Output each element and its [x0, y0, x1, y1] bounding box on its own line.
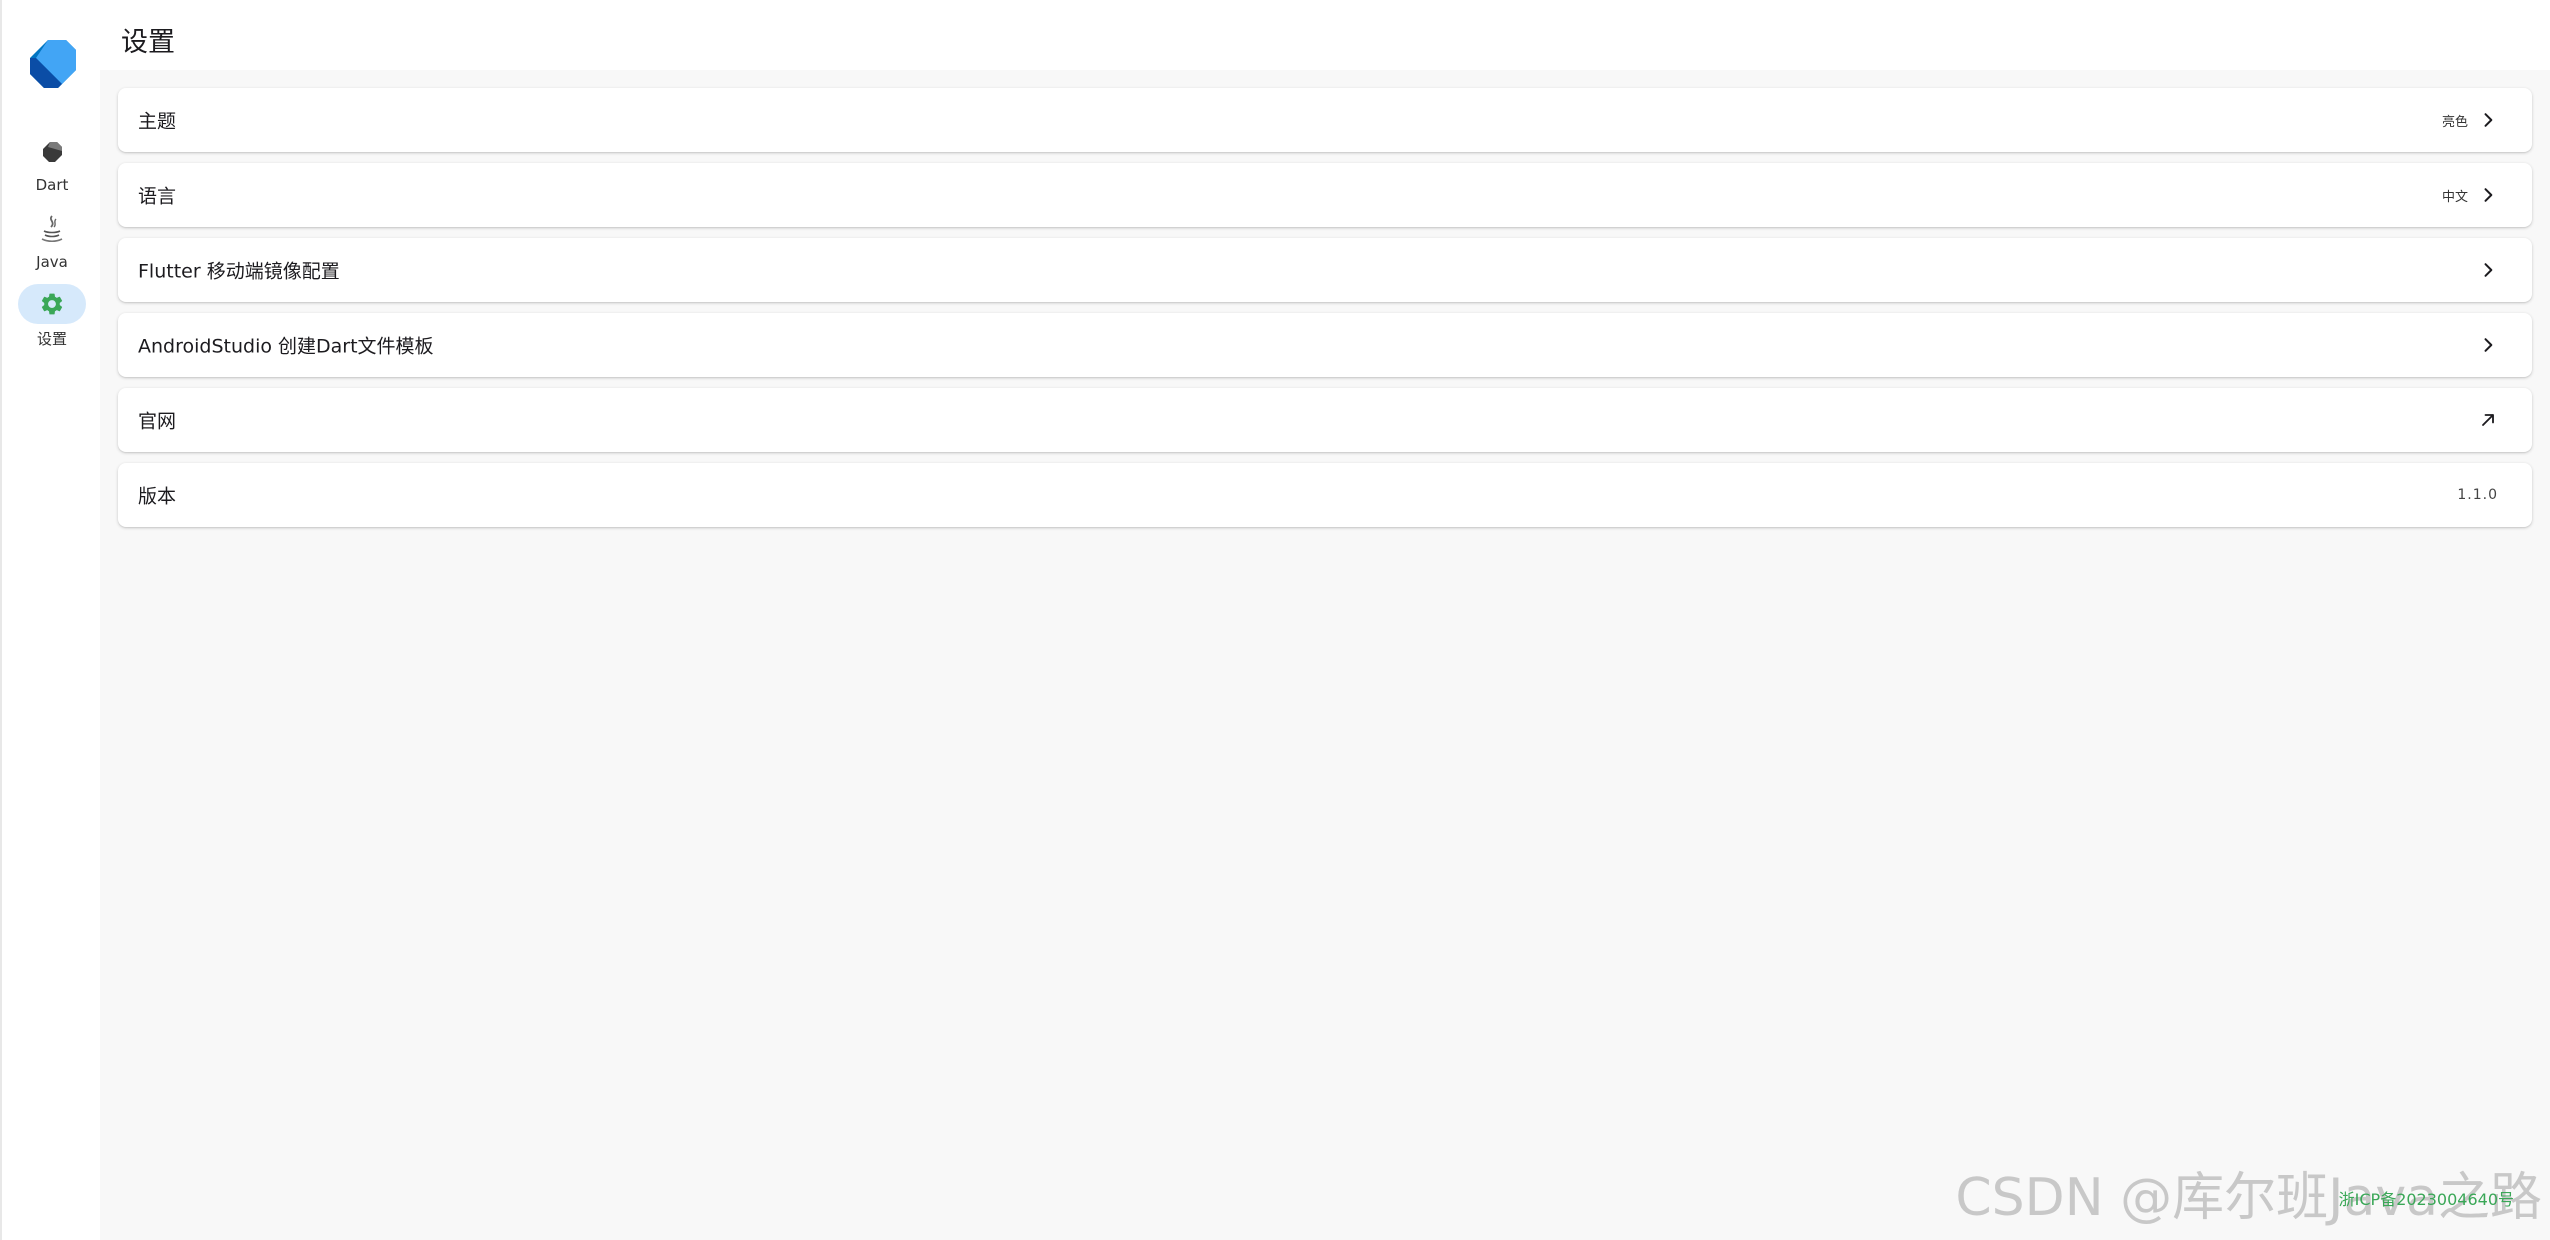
nav-icon-container [18, 209, 86, 249]
setting-trailing: 中文 [2442, 185, 2498, 205]
setting-row-version: 版本 1.1.0 [118, 463, 2532, 527]
setting-row-theme[interactable]: 主题 亮色 [118, 88, 2532, 152]
setting-value: 中文 [2441, 189, 2468, 205]
navigation-rail: Dart Java 设置 [0, 0, 100, 1240]
dart-logo-icon [30, 40, 76, 88]
setting-row-official-site[interactable]: 官网 [118, 388, 2532, 452]
setting-label: AndroidStudio 创建Dart文件模板 [138, 335, 434, 358]
nav-item-settings[interactable]: 设置 [2, 284, 102, 349]
setting-value: 亮色 [2441, 114, 2468, 130]
setting-label: 主题 [138, 110, 177, 133]
setting-row-language[interactable]: 语言 中文 [118, 163, 2532, 227]
setting-label: 版本 [138, 485, 177, 508]
setting-trailing [2478, 410, 2498, 430]
chevron-right-icon [2484, 113, 2493, 127]
arrow-up-right-icon [2482, 414, 2494, 426]
version-value: 1.1.0 [2457, 487, 2498, 503]
setting-label: 官网 [138, 410, 177, 433]
setting-row-dart-template[interactable]: AndroidStudio 创建Dart文件模板 [118, 313, 2532, 377]
chevron-right-icon [2484, 188, 2493, 202]
setting-label: 语言 [138, 185, 177, 208]
dart-icon [43, 142, 62, 162]
setting-label: Flutter 移动端镜像配置 [138, 260, 340, 283]
setting-trailing: 1.1.0 [2457, 487, 2498, 503]
nav-icon-container [18, 132, 86, 172]
settings-page: 主题 亮色 语言 中文 Flutter 移动端镜像配置 AndroidStudi… [100, 70, 2550, 1240]
app-bar: 设置 [100, 0, 2550, 70]
icp-link[interactable]: 浙ICP备2023004640号 [2339, 1186, 2514, 1210]
gear-icon [41, 293, 63, 315]
nav-icon-container-active [18, 284, 86, 324]
chevron-right-icon [2484, 338, 2493, 352]
app-window: Dart Java 设置 设置 主题 亮色 语言 中文 Flutter 移动端镜… [0, 0, 2550, 1240]
setting-trailing [2478, 335, 2498, 355]
setting-trailing: 亮色 [2442, 110, 2498, 130]
setting-row-flutter-mirror[interactable]: Flutter 移动端镜像配置 [118, 238, 2532, 302]
setting-trailing [2478, 260, 2498, 280]
chevron-right-icon [2484, 263, 2493, 277]
nav-label-java: Java [36, 253, 68, 271]
page-title: 设置 [121, 27, 175, 58]
java-icon [41, 215, 63, 243]
nav-label-settings: 设置 [36, 330, 67, 348]
nav-item-dart[interactable]: Dart [2, 132, 102, 194]
nav-label-dart: Dart [35, 176, 69, 194]
settings-list: 主题 亮色 语言 中文 Flutter 移动端镜像配置 AndroidStudi… [118, 88, 2532, 538]
nav-item-java[interactable]: Java [2, 209, 102, 271]
